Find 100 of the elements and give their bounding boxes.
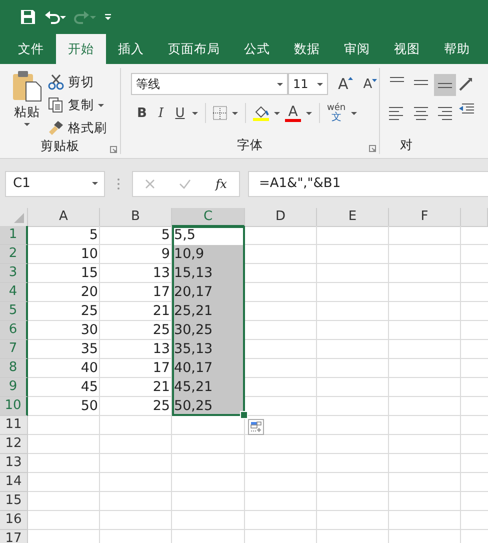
caret-icon[interactable] xyxy=(98,104,104,106)
row-header[interactable]: 10 xyxy=(0,397,28,416)
row-header[interactable]: 16 xyxy=(0,511,28,530)
table-cell-text: 25 xyxy=(80,302,99,321)
column-header[interactable]: F xyxy=(389,208,461,227)
copy-button[interactable]: 复制 xyxy=(48,95,107,115)
table-cell-text: 50 xyxy=(80,397,99,416)
checkmark-icon xyxy=(179,178,192,188)
ribbon-tab[interactable]: 开始 xyxy=(56,34,106,64)
ribbon-tab[interactable]: 文件 xyxy=(6,34,56,64)
column-header[interactable]: B xyxy=(100,208,172,227)
quick-analysis-button[interactable] xyxy=(248,419,264,435)
table-cell-text: 45 xyxy=(80,378,99,397)
scissors-button[interactable]: 剪切 xyxy=(48,72,107,92)
row-header[interactable]: 7 xyxy=(0,340,28,359)
bold-button[interactable]: B xyxy=(135,106,149,120)
copy-icon xyxy=(48,97,64,113)
fill-color-icon[interactable] xyxy=(253,105,269,121)
underline-button[interactable]: U xyxy=(173,106,187,120)
row-header[interactable]: 12 xyxy=(0,435,28,454)
column-header[interactable]: A xyxy=(28,208,100,227)
italic-button[interactable]: I xyxy=(154,106,168,120)
row-header[interactable]: 17 xyxy=(0,530,28,543)
phonetic-guide-button[interactable]: wén 文 xyxy=(327,103,346,123)
brush-button[interactable]: 格式刷 xyxy=(48,118,107,138)
customize-icon[interactable] xyxy=(104,13,112,21)
dialog-launcher-icon[interactable] xyxy=(110,146,117,153)
column-header[interactable]: E xyxy=(317,208,389,227)
table-cell: 15,13 xyxy=(172,264,245,283)
caret-icon[interactable] xyxy=(317,82,323,86)
ribbon-tab[interactable]: 视图 xyxy=(382,34,432,64)
ribbon-tab[interactable]: 插入 xyxy=(106,34,156,64)
fill-handle[interactable] xyxy=(240,411,248,419)
table-cell-text: 21 xyxy=(152,378,171,397)
table-cell-text: 40 xyxy=(80,359,99,378)
scissors-icon xyxy=(48,74,64,90)
drag-handle-icon[interactable] xyxy=(117,178,120,190)
table-cell-text: 17 xyxy=(152,359,171,378)
row-header[interactable]: 14 xyxy=(0,473,28,492)
caret-icon[interactable] xyxy=(232,112,238,114)
group-label: 剪贴板 xyxy=(40,138,80,155)
table-cell-text: 9 xyxy=(160,245,171,264)
save-icon[interactable] xyxy=(20,9,36,25)
row-header[interactable]: 9 xyxy=(0,378,28,397)
table-cell-text: 13 xyxy=(152,340,171,359)
table-cell-text: 17 xyxy=(152,283,171,302)
table-cell-text: 13 xyxy=(152,264,171,283)
table-cell-text: 21 xyxy=(152,302,171,321)
row-header[interactable]: 1 xyxy=(0,226,28,245)
borders-icon[interactable] xyxy=(213,106,227,120)
name-box[interactable]: C1 xyxy=(5,170,105,196)
table-cell-text: 15 xyxy=(80,264,99,283)
ribbon-tab[interactable]: 页面布局 xyxy=(156,34,232,64)
row-header[interactable]: 2 xyxy=(0,245,28,264)
row-header[interactable]: 4 xyxy=(0,283,28,302)
undo-icon[interactable] xyxy=(44,9,66,25)
shrink-font-button[interactable]: A xyxy=(363,76,378,92)
caret-icon[interactable] xyxy=(192,112,198,114)
ribbon-tab[interactable]: 公式 xyxy=(232,34,282,64)
table-cell: 30,25 xyxy=(172,321,245,340)
column-header[interactable]: C xyxy=(172,208,245,227)
formula-input[interactable]: =A1&","&B1 xyxy=(248,170,488,196)
corner-triangle-icon xyxy=(14,213,24,223)
row-header[interactable]: 8 xyxy=(0,359,28,378)
align-bottom-icon[interactable] xyxy=(434,74,456,96)
table-cell: 40,17 xyxy=(172,359,245,378)
ribbon-tab[interactable]: 帮助 xyxy=(432,34,482,64)
grow-font-button[interactable]: A xyxy=(338,75,354,93)
row-header[interactable]: 13 xyxy=(0,454,28,473)
caret-icon[interactable] xyxy=(92,182,98,185)
font-size-dropdown[interactable]: 11 xyxy=(288,73,328,95)
insert-function-button[interactable]: fx xyxy=(216,176,227,190)
table-cell: 45,21 xyxy=(172,378,245,397)
paste-button[interactable]: 粘贴 xyxy=(6,68,48,138)
caret-icon[interactable] xyxy=(306,112,312,114)
row-header[interactable]: 15 xyxy=(0,492,28,511)
table-cell-text: 5 xyxy=(160,226,171,245)
clipboard-icon xyxy=(12,70,42,102)
font-name-dropdown[interactable]: 等线 xyxy=(131,73,288,95)
redo-icon xyxy=(74,9,96,25)
ribbon-tab[interactable]: 审阅 xyxy=(332,34,382,64)
ribbon-tab[interactable]: 数据 xyxy=(282,34,332,64)
dialog-launcher-icon[interactable] xyxy=(369,145,376,152)
row-header[interactable]: 6 xyxy=(0,321,28,340)
table-cell: 20,17 xyxy=(172,283,245,302)
column-header[interactable]: D xyxy=(245,208,317,227)
group-label: 对 xyxy=(400,136,413,154)
caret-icon[interactable] xyxy=(277,82,283,86)
caret-icon[interactable] xyxy=(24,123,30,126)
table-cell-text: 5 xyxy=(88,226,99,245)
font-color-button[interactable]: A xyxy=(285,104,301,122)
quick-analysis-icon xyxy=(250,421,262,433)
brush-icon xyxy=(48,120,64,136)
group-label: 字体 xyxy=(237,136,263,154)
caret-icon[interactable] xyxy=(350,112,357,114)
row-header[interactable]: 3 xyxy=(0,264,28,283)
caret-icon[interactable] xyxy=(274,112,280,114)
table-cell-text: 25 xyxy=(152,321,171,340)
row-header[interactable]: 5 xyxy=(0,302,28,321)
row-header[interactable]: 11 xyxy=(0,416,28,435)
